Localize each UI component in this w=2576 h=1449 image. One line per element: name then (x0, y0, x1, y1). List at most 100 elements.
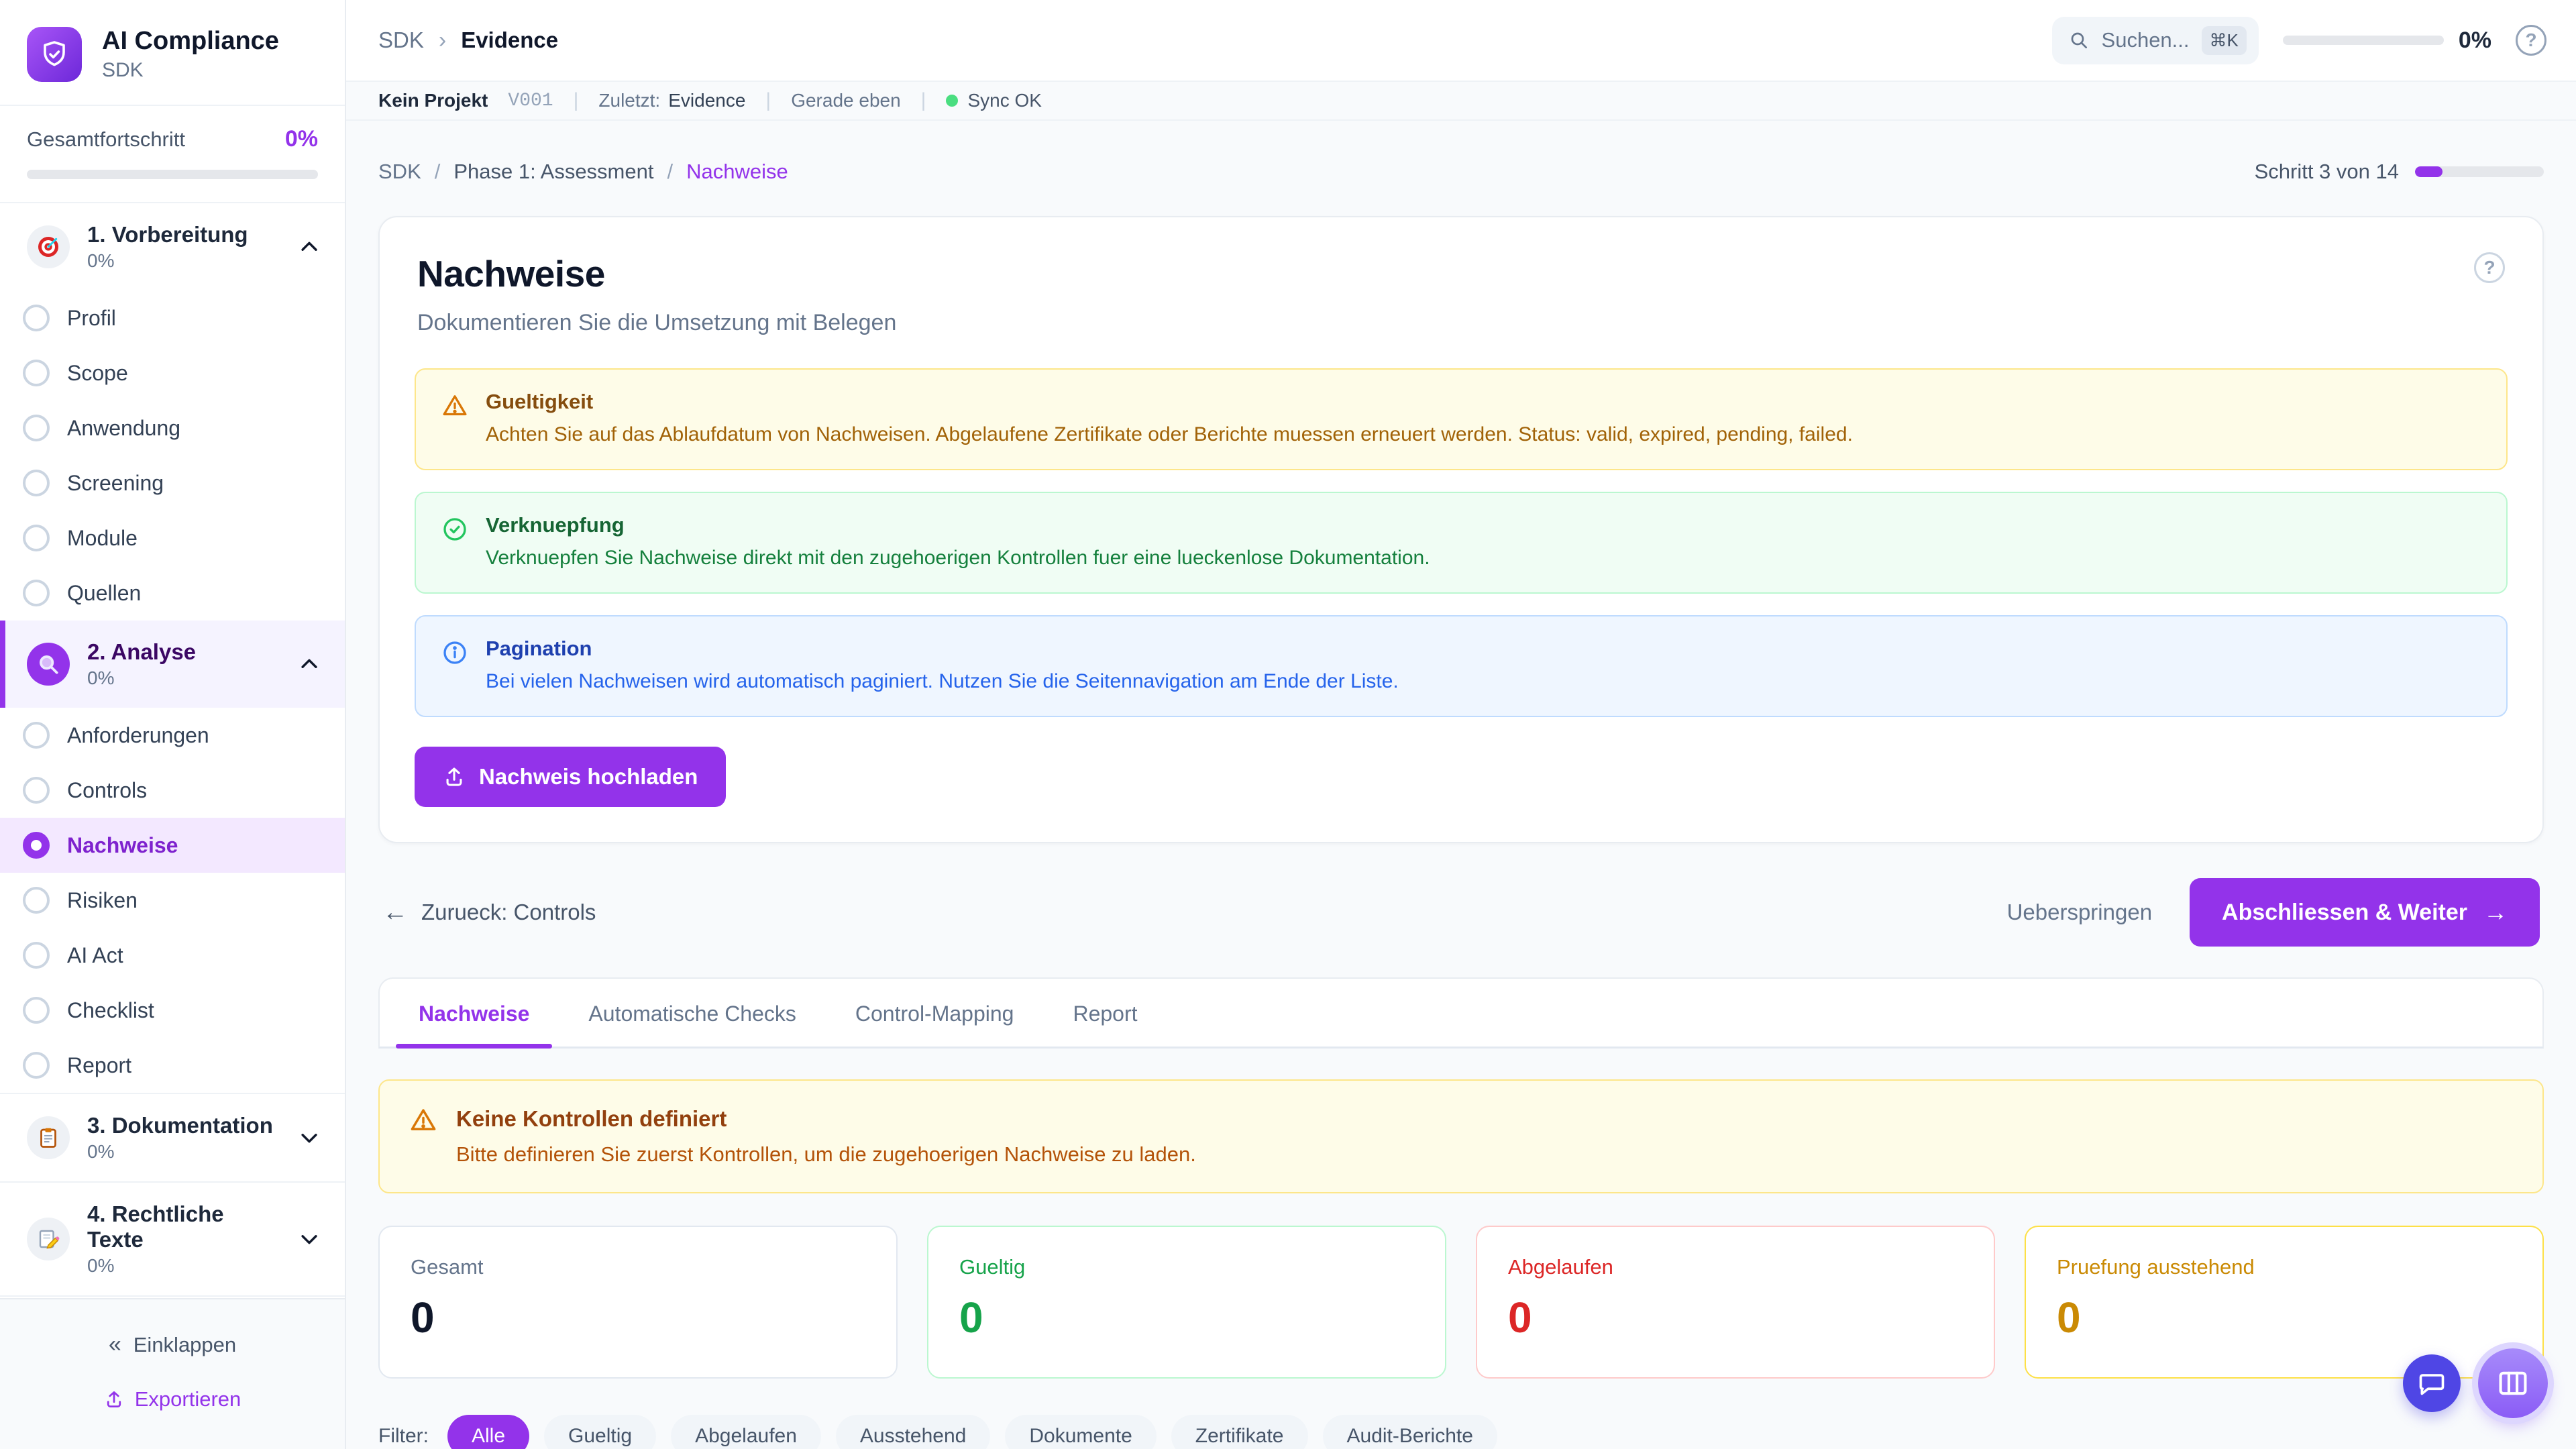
stat-value: 0 (2057, 1293, 2512, 1342)
stat-gueltig: Gueltig 0 (927, 1226, 1446, 1379)
section-percent: 0% (87, 1255, 280, 1277)
stat-label: Gueltig (959, 1255, 1414, 1279)
back-link[interactable]: ← Zurueck: Controls (382, 898, 596, 927)
sidebar-item-anwendung[interactable]: Anwendung (0, 400, 345, 455)
breadcrumb-phase[interactable]: Phase 1: Assessment (453, 160, 653, 184)
divider: | (574, 89, 579, 112)
breadcrumb-root[interactable]: SDK (378, 28, 424, 53)
sidebar-section-rechtliche-texte[interactable]: 4. Rechtliche Texte 0% (0, 1181, 345, 1295)
item-label: AI Act (67, 943, 123, 968)
section-percent: 0% (87, 667, 280, 689)
page-subtitle: Dokumentieren Sie die Umsetzung mit Bele… (417, 310, 896, 336)
warning-triangle-icon (409, 1106, 437, 1134)
item-label: Report (67, 1053, 131, 1078)
callout-gueltigkeit: Gueltigkeit Achten Sie auf das Ablaufdat… (415, 368, 2508, 470)
magnifier-icon (27, 643, 70, 686)
help-icon[interactable]: ? (2516, 25, 2546, 56)
tab-report[interactable]: Report (1043, 979, 1167, 1046)
sidebar-item-quellen[interactable]: Quellen (0, 566, 345, 621)
sidebar-item-checklist[interactable]: Checklist (0, 983, 345, 1038)
app-subtitle: SDK (102, 59, 279, 82)
item-label: Nachweise (67, 833, 178, 858)
item-label: Screening (67, 471, 164, 496)
last-value: Evidence (668, 90, 745, 111)
radio-icon (23, 942, 50, 969)
project-name: Kein Projekt (378, 90, 488, 111)
floating-buttons (2403, 1348, 2548, 1418)
sidebar-item-scope[interactable]: Scope (0, 345, 345, 400)
sidebar-item-anforderungen[interactable]: Anforderungen (0, 708, 345, 763)
app-title: AI Compliance (102, 27, 279, 56)
stat-value: 0 (1508, 1293, 1963, 1342)
tab-control-mapping[interactable]: Control-Mapping (826, 979, 1044, 1046)
card-help-icon[interactable]: ? (2474, 252, 2505, 283)
item-label: Controls (67, 778, 147, 803)
sidebar-item-controls[interactable]: Controls (0, 763, 345, 818)
divider: | (765, 89, 771, 112)
topbar-breadcrumb: SDK › Evidence (378, 28, 2028, 54)
check-circle-icon (441, 516, 468, 543)
sidebar-item-nachweise[interactable]: Nachweise (0, 818, 345, 873)
chat-button[interactable] (2403, 1354, 2461, 1412)
filter-chip-gueltig[interactable]: Gueltig (544, 1415, 656, 1449)
breadcrumb-separator: / (435, 160, 441, 184)
section-title: 4. Rechtliche Texte (87, 1201, 280, 1252)
search-input[interactable]: Suchen... ⌘K (2052, 17, 2259, 64)
wizard-nav-row: ← Zurueck: Controls Ueberspringen Abschl… (382, 878, 2540, 947)
upload-evidence-button[interactable]: Nachweis hochladen (415, 747, 726, 807)
filter-chip-dokumente[interactable]: Dokumente (1005, 1415, 1156, 1449)
chat-bubble-icon (2417, 1368, 2447, 1398)
columns-panel-button[interactable] (2478, 1348, 2548, 1418)
item-label: Checklist (67, 998, 154, 1023)
memo-pencil-icon (27, 1218, 70, 1260)
back-link-label: Zurueck: Controls (421, 900, 596, 925)
shortcut-badge: ⌘K (2202, 26, 2247, 55)
tab-automatische-checks[interactable]: Automatische Checks (559, 979, 825, 1046)
complete-next-button[interactable]: Abschliessen & Weiter → (2190, 878, 2540, 947)
breadcrumb-separator: / (667, 160, 673, 184)
sidebar-section-dokumentation[interactable]: 3. Dokumentation 0% (0, 1093, 345, 1181)
breadcrumb-sdk[interactable]: SDK (378, 160, 421, 184)
search-placeholder: Suchen... (2102, 28, 2190, 52)
sidebar-section-betrieb[interactable]: 5. Betrieb 0% (0, 1295, 345, 1298)
sidebar-item-profil[interactable]: Profil (0, 290, 345, 345)
target-icon (27, 225, 70, 268)
radio-icon (23, 722, 50, 749)
radio-icon (23, 470, 50, 496)
sidebar-item-screening[interactable]: Screening (0, 455, 345, 511)
filter-chip-zertifikate[interactable]: Zertifikate (1171, 1415, 1308, 1449)
topbar-progress-value: 0% (2459, 28, 2491, 54)
chevron-right-icon: › (439, 28, 446, 54)
radio-icon (23, 360, 50, 386)
chevron-down-icon (298, 1126, 321, 1149)
sidebar-item-module[interactable]: Module (0, 511, 345, 566)
tab-bar: Nachweise Automatische Checks Control-Ma… (378, 977, 2544, 1049)
callout-text: Achten Sie auf das Ablaufdatum von Nachw… (486, 421, 1853, 449)
item-label: Scope (67, 361, 128, 386)
collapse-sidebar-button[interactable]: « Einklappen (27, 1322, 318, 1367)
sidebar-item-risiken[interactable]: Risiken (0, 873, 345, 928)
filter-chip-abgelaufen[interactable]: Abgelaufen (671, 1415, 821, 1449)
filter-chip-audit-berichte[interactable]: Audit-Berichte (1323, 1415, 1497, 1449)
sync-status: Sync OK (946, 90, 1041, 111)
sidebar-item-report[interactable]: Report (0, 1038, 345, 1093)
topbar-progress: 0% (2283, 28, 2491, 54)
sidebar-nav: 1. Vorbereitung 0% Profil Scope Anwendun… (0, 202, 345, 1298)
sidebar-section-vorbereitung[interactable]: 1. Vorbereitung 0% (0, 203, 345, 290)
section-title: 2. Analyse (87, 639, 280, 665)
export-button[interactable]: Exportieren (27, 1377, 318, 1422)
filter-chip-alle[interactable]: Alle (447, 1415, 529, 1449)
radio-icon (23, 525, 50, 551)
skip-button[interactable]: Ueberspringen (2007, 900, 2152, 925)
sidebar-item-ai-act[interactable]: AI Act (0, 928, 345, 983)
overall-progress-label: Gesamtfortschritt (27, 127, 185, 152)
sidebar-section-analyse[interactable]: 2. Analyse 0% (0, 621, 345, 708)
upload-icon (104, 1389, 124, 1409)
breadcrumb-current: Nachweise (686, 160, 788, 184)
callout-verknuepfung: Verknuepfung Verknuepfen Sie Nachweise d… (415, 492, 2508, 594)
info-circle-icon (441, 639, 468, 666)
filter-chip-ausstehend[interactable]: Ausstehend (836, 1415, 990, 1449)
tab-nachweise[interactable]: Nachweise (389, 979, 559, 1046)
chevron-up-icon (298, 235, 321, 258)
step-progress-fill (2415, 166, 2443, 177)
